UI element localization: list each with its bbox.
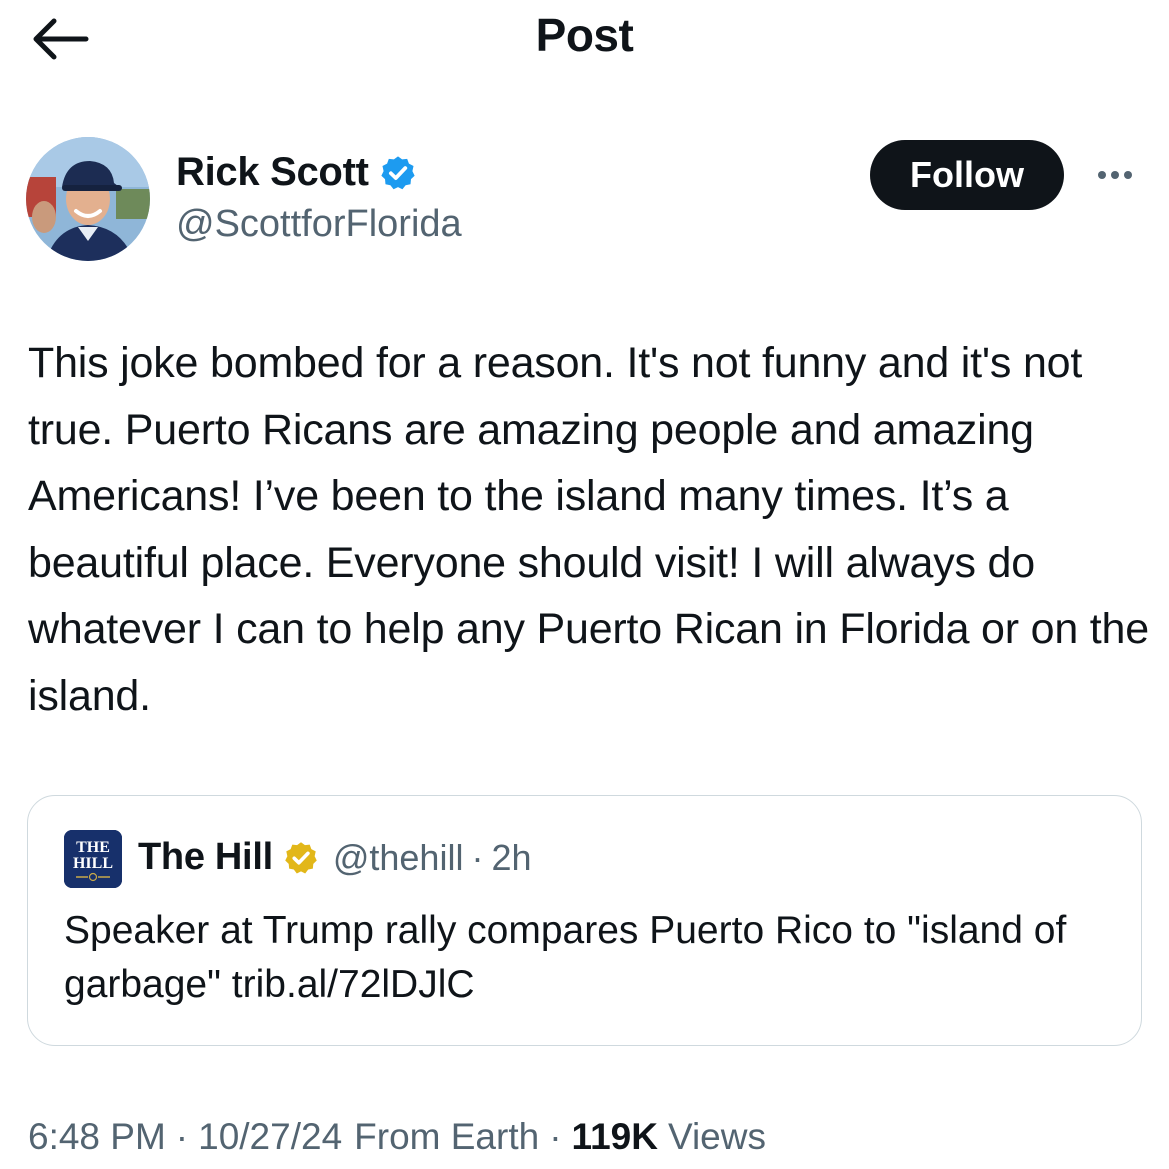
quoted-post-header: The Hill @thehill · 2h xyxy=(138,836,532,879)
meta-separator: · xyxy=(175,1116,189,1157)
meta-separator: · xyxy=(549,1116,562,1157)
verified-badge-icon xyxy=(379,154,417,192)
avatar[interactable] xyxy=(26,137,150,261)
author-name-label: Rick Scott xyxy=(176,150,369,194)
views-count[interactable]: 119K xyxy=(572,1116,658,1158)
profile-photo xyxy=(26,137,150,261)
quoted-author-name[interactable]: The Hill xyxy=(138,836,273,879)
more-dot xyxy=(1111,171,1119,179)
post-location: From Earth xyxy=(354,1116,540,1157)
author-handle[interactable]: @ScottforFlorida xyxy=(176,203,462,246)
post-meta: 6:48 PM · 10/27/24 From Earth · 119K Vie… xyxy=(28,1116,766,1158)
logo-line-2: HILL xyxy=(73,855,113,872)
post-time[interactable]: 6:48 PM xyxy=(28,1116,166,1158)
post-date[interactable]: 10/27/24 xyxy=(198,1116,342,1158)
author-name[interactable]: Rick Scott xyxy=(176,150,417,195)
more-dot xyxy=(1124,171,1132,179)
quoted-post-text: Speaker at Trump rally compares Puerto R… xyxy=(64,909,1067,1006)
views-label: Views xyxy=(667,1116,766,1157)
quoted-timestamp[interactable]: 2h xyxy=(491,837,531,879)
follow-button[interactable]: Follow xyxy=(870,140,1064,210)
the-hill-logo: THE HILL xyxy=(64,830,122,888)
quoted-separator: · xyxy=(471,836,484,878)
more-dot xyxy=(1098,171,1106,179)
gold-verified-badge-icon xyxy=(283,840,319,876)
more-options-icon[interactable] xyxy=(1090,158,1140,192)
page-title: Post xyxy=(535,9,634,61)
quoted-author-handle[interactable]: @thehill xyxy=(333,837,464,879)
post-text: This joke bombed for a reason. It's not … xyxy=(28,339,1149,720)
quoted-post-card[interactable]: THE HILL The Hill @thehill · 2h Speaker … xyxy=(27,795,1142,1046)
logo-line-1: THE xyxy=(76,839,110,856)
post-page: Post Rick Scott @ScottforFlorida Follow xyxy=(0,0,1169,1169)
